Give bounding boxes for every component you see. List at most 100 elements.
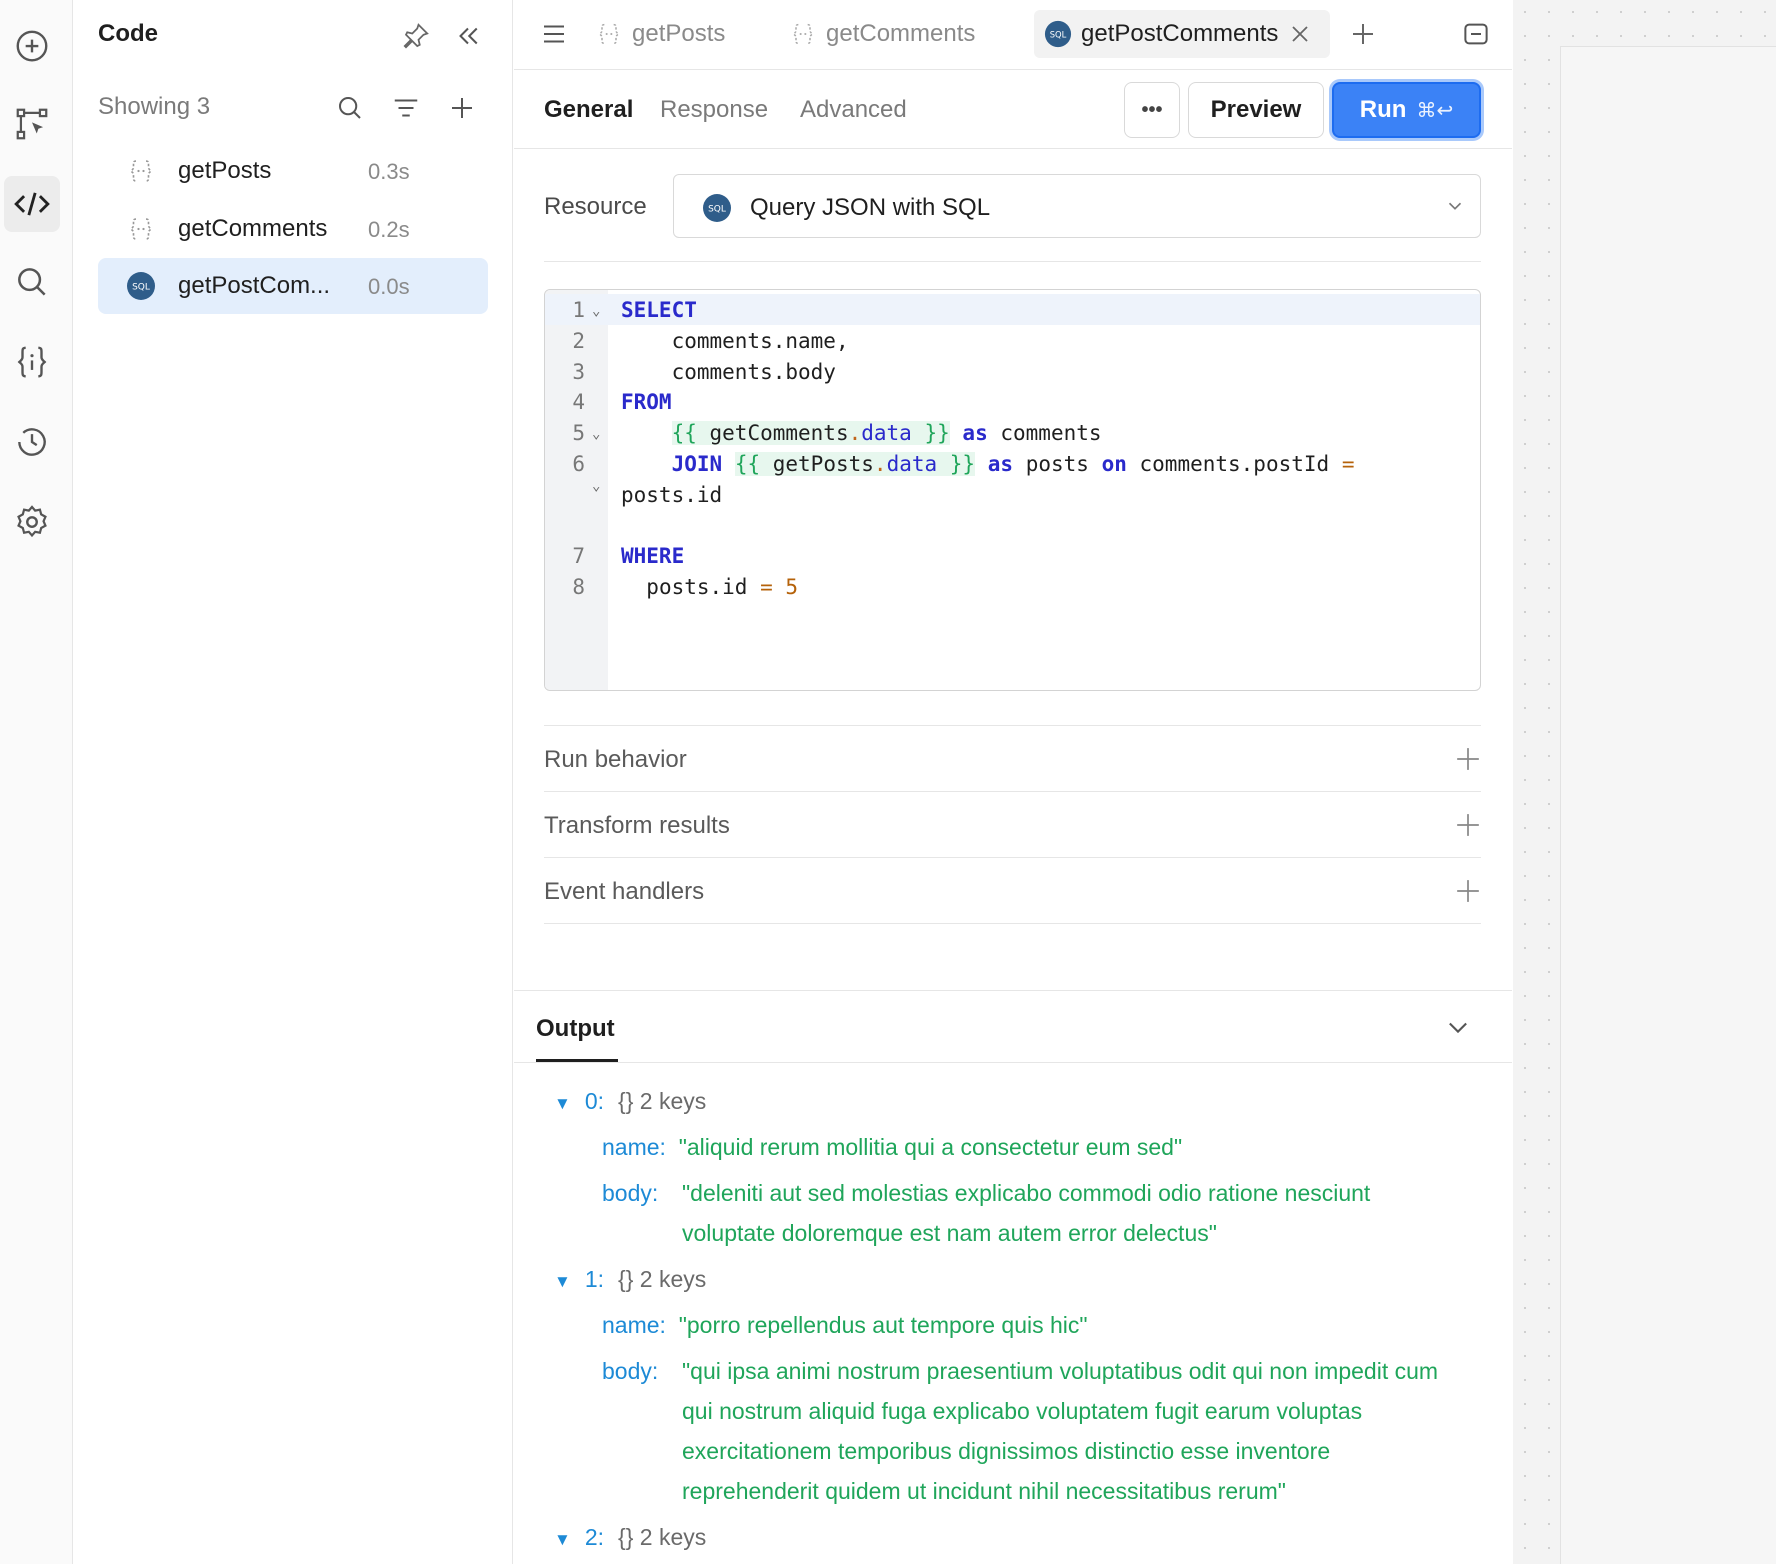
section-run-behavior[interactable]: Run behavior (544, 725, 1481, 791)
plus-icon (452, 98, 472, 118)
state-braces-icon (17, 346, 47, 378)
js-query-icon (598, 23, 620, 45)
run-button[interactable]: Run ⌘↩ (1332, 82, 1481, 138)
sql-query-icon: SQL (1044, 20, 1072, 48)
query-item-getcomments[interactable]: getComments 0.2s (98, 201, 488, 257)
fold-chevron-icon[interactable]: ⌄ (592, 303, 600, 319)
json-node-0[interactable]: ▼ 0:{} 2 keys (554, 1081, 706, 1124)
json-value-body: "deleniti aut sed molestias explicabo co… (682, 1180, 1371, 1246)
section-event-handlers[interactable]: Event handlers (544, 857, 1481, 923)
panel-title: Code (98, 20, 158, 47)
app-canvas[interactable] (1513, 0, 1776, 1564)
query-name: getPosts (178, 157, 272, 184)
search-queries-button[interactable] (330, 88, 370, 128)
divider (544, 261, 1481, 262)
js-query-icon (129, 160, 153, 182)
plus-circle-icon (16, 30, 48, 62)
query-time: 0.3s (368, 159, 410, 184)
query-name: getComments (178, 215, 328, 242)
code-line-5: {{ getComments.data }} as comments (671, 421, 1102, 445)
svg-text:SQL: SQL (708, 205, 726, 215)
js-query-icon (129, 218, 153, 240)
line-number: 6 (572, 452, 585, 476)
expand-triangle-icon[interactable]: ▼ (554, 1530, 571, 1549)
query-item-getpostcomments[interactable]: SQL getPostCom... 0.0s (98, 258, 488, 314)
code-line-3: comments.body (671, 360, 836, 384)
svg-text:SQL: SQL (1050, 29, 1067, 39)
code-line-6: JOIN {{ getPosts.data }} as posts on com… (671, 452, 1355, 476)
resource-value: Query JSON with SQL (750, 194, 991, 221)
output-title[interactable]: Output (536, 1015, 615, 1043)
expand-plus-icon (1457, 748, 1479, 770)
code-icon (14, 192, 50, 216)
editor-subtabs: General Response Advanced ••• Preview Ru… (514, 70, 1512, 149)
json-field-name: name: "aliquid rerum mollitia qui a cons… (602, 1134, 1183, 1160)
code-panel: Code Showing 3 getPosts 0.3s getComments… (74, 0, 513, 1564)
settings-button[interactable] (4, 494, 60, 550)
code-line-1: SELECT (621, 298, 697, 322)
js-query-icon (792, 23, 814, 45)
output-header: Output (514, 991, 1512, 1063)
active-tab-underline (536, 1059, 618, 1062)
fold-chevron-icon[interactable]: ⌄ (592, 478, 600, 494)
pin-button[interactable] (396, 16, 436, 56)
chevron-down-icon (1448, 202, 1462, 210)
history-button[interactable] (4, 414, 60, 470)
section-transform-results[interactable]: Transform results (544, 791, 1481, 857)
new-tab-button[interactable] (1343, 14, 1383, 54)
add-component-button[interactable] (4, 18, 60, 74)
json-field-name: name: "porro repellendus aut tempore qui… (602, 1312, 1088, 1338)
more-options-button[interactable]: ••• (1124, 82, 1180, 138)
minimize-panel-button[interactable] (1456, 14, 1496, 54)
close-tab-icon[interactable] (1288, 22, 1312, 46)
history-icon (18, 428, 46, 456)
filter-button[interactable] (386, 88, 426, 128)
fold-chevron-icon[interactable]: ⌄ (592, 426, 600, 442)
line-number: 8 (572, 575, 585, 599)
svg-text:SQL: SQL (132, 283, 150, 293)
collapse-panel-button[interactable] (448, 16, 488, 56)
line-number: 7 (572, 544, 585, 568)
query-time: 0.0s (368, 274, 410, 299)
minimize-icon (1464, 23, 1488, 45)
run-shortcut: ⌘↩ (1416, 99, 1454, 122)
plus-icon (1353, 24, 1373, 44)
json-field-body: body: (602, 1358, 659, 1384)
expand-triangle-icon[interactable]: ▼ (554, 1272, 571, 1291)
expand-plus-icon (1457, 880, 1479, 902)
line-number: 3 (572, 360, 585, 384)
component-tree-icon (16, 108, 48, 140)
sql-code-editor[interactable]: 1 2 3 4 5 6 7 8 ⌄ ⌄ ⌄ SELECT comments.na… (544, 289, 1481, 691)
expand-triangle-icon[interactable]: ▼ (554, 1094, 571, 1113)
code-button[interactable] (4, 176, 60, 232)
json-node-1[interactable]: ▼ 1:{} 2 keys (554, 1259, 706, 1302)
json-node-2[interactable]: ▼ 2:{} 2 keys (554, 1517, 706, 1560)
pin-icon (403, 23, 429, 49)
add-query-button[interactable] (442, 88, 482, 128)
tab-getposts[interactable]: getPosts (585, 10, 735, 58)
search-icon (339, 97, 361, 119)
expand-plus-icon (1457, 814, 1479, 836)
settings-gear-icon (17, 505, 47, 538)
tab-advanced[interactable]: Advanced (800, 96, 907, 124)
run-label: Run (1359, 96, 1407, 123)
chevrons-left-icon (459, 27, 478, 45)
code-line-6-wrap: posts.id (621, 483, 723, 507)
menu-button[interactable] (534, 14, 574, 54)
preview-button[interactable]: Preview (1188, 82, 1324, 138)
state-button[interactable] (4, 334, 60, 390)
tab-general[interactable]: General (544, 96, 633, 124)
code-line-2: comments.name, (671, 329, 849, 353)
resource-select[interactable]: SQL Query JSON with SQL (673, 174, 1481, 238)
tab-getcomments[interactable]: getComments (779, 10, 985, 58)
search-button[interactable] (4, 254, 60, 310)
tab-getpostcomments[interactable]: SQL getPostComments (1034, 10, 1330, 58)
query-item-getposts[interactable]: getPosts 0.3s (98, 143, 488, 199)
tab-response[interactable]: Response (660, 96, 768, 124)
query-name: getPostCom... (178, 272, 331, 299)
component-tree-button[interactable] (4, 96, 60, 152)
tab-label: getComments (826, 20, 976, 47)
chevron-down-icon[interactable] (1444, 1013, 1472, 1041)
icon-rail (0, 0, 73, 1564)
showing-count: Showing 3 (98, 93, 211, 120)
